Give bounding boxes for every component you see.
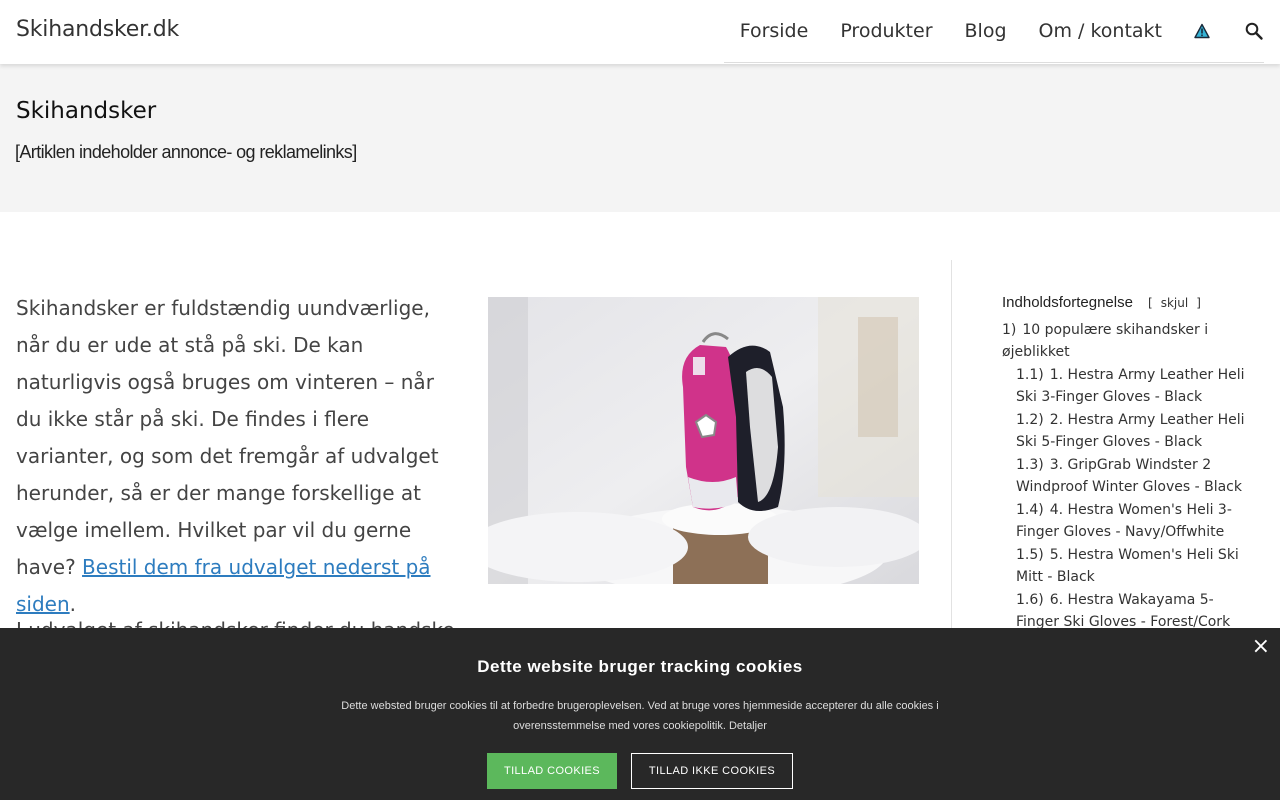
toc-toggle-close: ]: [1196, 296, 1201, 310]
intro-text: Skihandsker er fuldstændig uundværlige, …: [16, 296, 439, 579]
cookie-title: Dette website bruger tracking cookies: [477, 657, 803, 676]
toc-item-text[interactable]: 10 populære skihandsker i øjeblikket: [1002, 322, 1208, 360]
toc-item-text[interactable]: 1. Hestra Army Leather Heli Ski 3-Finger…: [1016, 367, 1245, 405]
toc-toggle[interactable]: [ skjul]: [1144, 296, 1205, 310]
nav-om-kontakt[interactable]: Om / kontakt: [1039, 20, 1162, 42]
toc-hide-link[interactable]: skjul: [1161, 296, 1188, 310]
warning-icon-svg: [1194, 23, 1210, 39]
cookie-text: Dette websted bruger cookies til at forb…: [341, 700, 939, 732]
toc-item-text[interactable]: 4. Hestra Women's Heli 3-Finger Gloves -…: [1016, 502, 1232, 540]
toc-item-text[interactable]: 2. Hestra Army Leather Heli Ski 5-Finger…: [1016, 412, 1245, 450]
table-of-contents: Indholdsfortegnelse [ skjul] 1) 10 populær…: [1002, 292, 1252, 634]
toc-item-number: 1.5): [1016, 547, 1044, 563]
ski-gloves-photo: [488, 297, 919, 584]
page-title: Skihandsker: [16, 98, 157, 124]
toc-item-number: 1.2): [1016, 412, 1044, 428]
toc-item-number: 1.3): [1016, 457, 1044, 473]
toc-item-number: 1): [1002, 322, 1017, 338]
nav-blog[interactable]: Blog: [965, 20, 1007, 42]
toc-list: 1) 10 populære skihandsker i øjeblikket 1…: [1002, 319, 1252, 633]
warning-icon[interactable]: [1194, 23, 1210, 39]
page-hero: Skihandsker [Artiklen indeholder annonce…: [0, 64, 1280, 212]
toc-header: Indholdsfortegnelse [ skjul]: [1002, 292, 1252, 311]
toc-item-number: 1.4): [1016, 502, 1044, 518]
site-header: Skihandsker.dk Forside Produkter Blog Om…: [0, 0, 1280, 64]
ad-disclaimer: [Artiklen indeholder annonce- og reklame…: [15, 142, 357, 162]
search-icon-svg: [1245, 22, 1263, 40]
cookie-buttons: TILLAD COOKIES TILLAD IKKE COOKIES: [0, 753, 1280, 789]
toc-item[interactable]: 1.3) 3. GripGrab Windster 2 Windproof Win…: [1002, 454, 1252, 498]
search-icon[interactable]: [1244, 21, 1264, 41]
allow-cookies-button[interactable]: TILLAD COOKIES: [487, 753, 617, 789]
site-logo[interactable]: Skihandsker.dk: [16, 17, 179, 42]
toc-title: Indholdsfortegnelse: [1002, 294, 1133, 311]
toc-item-number: 1.6): [1016, 592, 1044, 608]
close-icon[interactable]: ×: [1252, 634, 1270, 659]
main-nav: Forside Produkter Blog Om / kontakt: [723, 0, 1264, 63]
gloves-image-svg: [488, 297, 919, 584]
toc-item-text[interactable]: 5. Hestra Women's Heli Ski Mitt - Black: [1016, 547, 1239, 585]
article-intro: Skihandsker er fuldstændig uundværlige, …: [16, 290, 456, 623]
toc-item-number: 1.1): [1016, 367, 1044, 383]
toc-item[interactable]: 1.1) 1. Hestra Army Leather Heli Ski 3-Fi…: [1002, 364, 1252, 408]
nav-produkter[interactable]: Produkter: [840, 20, 932, 42]
toc-item[interactable]: 1) 10 populære skihandsker i øjeblikket: [1002, 319, 1252, 363]
toc-toggle-open: [: [1148, 296, 1153, 310]
toc-item[interactable]: 1.6) 6. Hestra Wakayama 5-Finger Ski Glov…: [1002, 589, 1252, 633]
cookie-banner: × Dette website bruger tracking cookies …: [0, 628, 1280, 800]
nav-forside[interactable]: Forside: [740, 20, 809, 42]
toc-item[interactable]: 1.5) 5. Hestra Women's Heli Ski Mitt - Bl…: [1002, 544, 1252, 588]
toc-item[interactable]: 1.4) 4. Hestra Women's Heli 3-Finger Glov…: [1002, 499, 1252, 543]
toc-item-text[interactable]: 6. Hestra Wakayama 5-Finger Ski Gloves -…: [1016, 592, 1230, 630]
deny-cookies-button[interactable]: TILLAD IKKE COOKIES: [631, 753, 793, 789]
toc-item-text[interactable]: 3. GripGrab Windster 2 Windproof Winter …: [1016, 457, 1242, 495]
toc-item[interactable]: 1.2) 2. Hestra Army Leather Heli Ski 5-Fi…: [1002, 409, 1252, 453]
